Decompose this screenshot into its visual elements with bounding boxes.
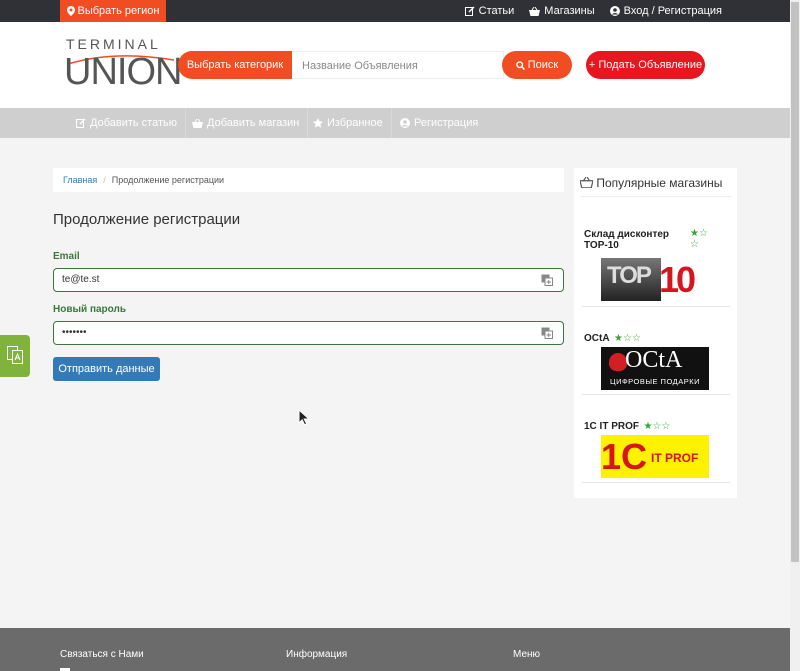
nav-add-article[interactable]: Добавить статью [68,108,186,138]
shop-item[interactable]: Склад дисконтер TOP-10 ★☆ ☆ TOP 10 [582,228,730,307]
map-marker-icon [66,6,75,16]
user-icon [609,6,620,16]
select-region-label: Выбрать регион [77,5,160,17]
popular-shops-title: Популярные магазины [579,176,732,197]
basket-icon [192,118,203,128]
nav-favorites[interactable]: Избранное [305,108,392,138]
post-ad-label: + Подать Объявление [588,59,703,71]
edit-icon [464,6,475,16]
nav-add-shop[interactable]: Добавить магазин [184,108,309,138]
page-scrollbar[interactable] [790,0,800,671]
shop-name-row: OCtA ★☆☆ [584,328,641,346]
logo-main-text: UNION [64,51,182,93]
shop-item[interactable]: OCtA ★☆☆ OCtA ЦИФРОВЫЕ ПОДАРКИ [582,320,730,395]
top-bar: Выбрать регион Статьи Магазины Вход / Ре… [0,0,790,22]
email-value: te@te.st [62,274,100,285]
popular-shops-title-text: Популярные магазины [596,176,723,190]
submit-button-label: Отправить данные [58,363,155,375]
translate-tab[interactable] [0,335,30,377]
rating-stars-icon: ★☆☆ [614,333,641,344]
basket-icon [529,6,541,16]
shop-name: 1C IT PROF [584,421,640,432]
shop-name: Склад дисконтер TOP-10 [584,229,670,251]
shop-name: OCtA [584,333,610,344]
footer: Связаться с Нами Информация Меню [0,628,790,671]
select-region-button[interactable]: Выбрать регион [60,0,166,22]
select-category-button[interactable]: Выбрать категорик [178,51,292,79]
page-title: Продолжение регистрации [53,211,241,228]
nav-registration-label: Регистрация [414,117,479,129]
search-input[interactable]: Название Объявления [292,51,504,79]
breadcrumb: Главная / Продолжение регистрации [53,168,564,192]
footer-contact-heading: Связаться с Нами [60,649,144,660]
shop-logo: TOP 10 [601,258,709,301]
articles-link[interactable]: Статьи [464,5,515,17]
terminal-union-logo[interactable]: TERMINAL UNION [64,36,182,96]
nav-add-shop-label: Добавить магазин [207,117,300,129]
shop-logo: OCtA ЦИФРОВЫЕ ПОДАРКИ [601,347,709,390]
password-field[interactable]: ••••••• [53,321,564,345]
submit-button[interactable]: Отправить данные [53,357,160,381]
scrollbar-thumb[interactable] [791,2,799,562]
post-ad-button[interactable]: + Подать Объявление [586,51,705,79]
breadcrumb-current: Продолжение регистрации [111,175,225,185]
mouse-cursor-icon [298,409,311,426]
rating-stars-icon: ★☆☆ [643,421,671,432]
email-label: Email [53,251,80,262]
secondary-nav: Добавить статью Добавить магазин Избранн… [0,108,790,138]
rating-stars-icon: ★☆☆ [690,228,708,250]
autofill-icon[interactable] [541,274,553,286]
shop-item[interactable]: 1C IT PROF ★☆☆ 1C IT PROF [582,408,730,483]
translate-icon [7,346,23,364]
search-icon [515,60,525,70]
password-value: ••••••• [62,327,87,338]
autofill-icon[interactable] [541,327,553,339]
basket-icon [579,176,594,189]
nav-favorites-label: Избранное [327,117,383,129]
login-register-link[interactable]: Вход / Регистрация [609,5,722,17]
footer-menu-heading: Меню [513,649,541,660]
shop-logo-text: OCtA [625,347,683,373]
shop-name-row: 1C IT PROF ★☆☆ [584,416,670,434]
password-label: Новый пароль [53,304,127,315]
search-placeholder: Название Объявления [302,60,418,72]
shop-logo-subtext: ЦИФРОВЫЕ ПОДАРКИ [610,377,700,386]
shop-logo: 1C IT PROF [601,435,709,478]
search-button[interactable]: Поиск [502,51,572,79]
login-register-label: Вход / Регистрация [623,5,722,17]
edit-icon [76,118,86,128]
footer-info-heading: Информация [286,649,348,660]
star-icon [313,118,323,128]
popular-shops-panel: Популярные магазины Склад дисконтер TOP-… [574,168,737,498]
nav-registration[interactable]: Регистрация [392,108,486,138]
search-button-label: Поиск [527,59,559,71]
nav-add-article-label: Добавить статью [90,117,177,129]
breadcrumb-separator: / [103,175,106,185]
shops-link-label: Магазины [544,5,595,17]
email-field[interactable]: te@te.st [53,268,564,292]
articles-link-label: Статьи [478,5,515,17]
select-category-label: Выбрать категорик [186,59,284,71]
header: TERMINAL UNION Выбрать категорик Названи… [0,22,790,108]
user-circle-icon [400,118,410,128]
shops-link[interactable]: Магазины [529,5,595,17]
breadcrumb-home[interactable]: Главная [63,175,97,185]
